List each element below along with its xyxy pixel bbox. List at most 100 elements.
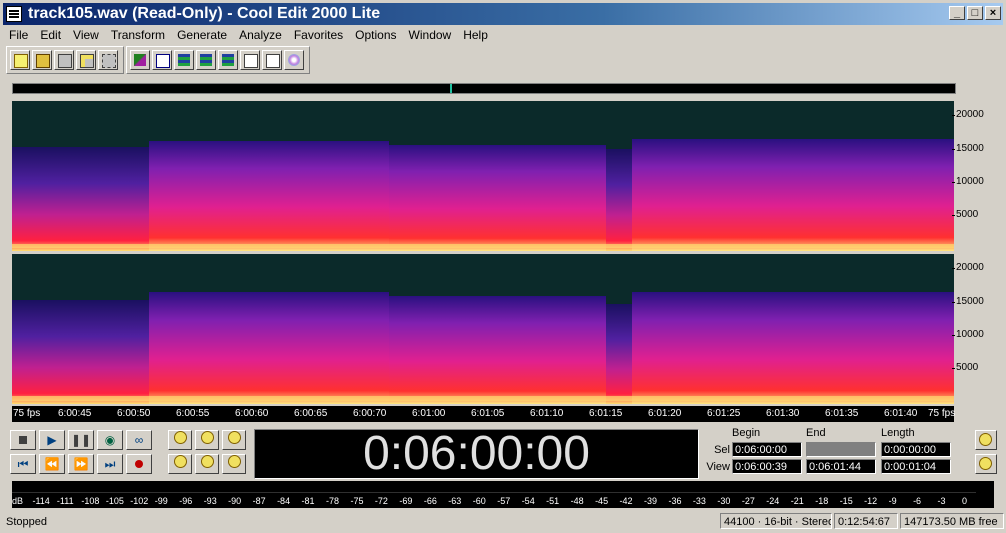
db-scale-label: -102 — [130, 496, 149, 506]
play-to-end-button[interactable]: ◉ — [97, 430, 123, 450]
title-bar[interactable]: track105.wav (Read-Only) - Cool Edit 200… — [3, 3, 1003, 25]
menu-edit[interactable]: Edit — [34, 28, 67, 42]
pause-button[interactable]: ❚❚ — [68, 430, 94, 450]
ruler-label: 6:01:35 — [825, 408, 859, 419]
rewind-button[interactable]: ⏪ — [39, 454, 65, 474]
zoom-full-button[interactable] — [222, 430, 246, 450]
loop-button[interactable]: ∞ — [126, 430, 152, 450]
waveform-view-button[interactable] — [130, 50, 150, 70]
menu-analyze[interactable]: Analyze — [233, 28, 288, 42]
menu-window[interactable]: Window — [403, 28, 458, 42]
selection-panel: Begin End Length Sel 0:06:00:00 0:00:00:… — [700, 427, 962, 479]
spectrogram-right-graphic — [12, 292, 954, 404]
status-format: 44100 · 16-bit · Stereo — [720, 513, 832, 529]
db-scale-label: -3 — [937, 496, 946, 506]
fast-forward-button[interactable]: ⏩ — [68, 454, 94, 474]
time-display: 0:06:00:00 — [254, 429, 699, 479]
time-ruler[interactable]: 75 fps 6:00:45 6:00:50 6:00:55 6:00:60 6… — [12, 406, 955, 422]
checkbox-button[interactable] — [152, 50, 172, 70]
view-toolbar-group — [126, 46, 310, 74]
sel-row-label: Sel — [714, 444, 730, 456]
db-scale-label: -18 — [815, 496, 829, 506]
sel-end-field[interactable] — [806, 442, 876, 457]
zoom-out-vertical-button[interactable] — [975, 430, 997, 450]
frequency-scale-right: 20000 15000 10000 5000 — [951, 254, 996, 404]
new-file-icon — [14, 54, 28, 68]
open-file-button[interactable] — [32, 50, 52, 70]
ruler-label: 6:01:15 — [589, 408, 623, 419]
begin-header: Begin — [732, 427, 761, 439]
menu-generate[interactable]: Generate — [171, 28, 233, 42]
db-scale-label: -51 — [546, 496, 560, 506]
menu-file[interactable]: File — [3, 28, 34, 42]
db-scale-label: -42 — [619, 496, 633, 506]
zoom-in-vertical-icon — [979, 457, 992, 470]
save-selection-icon — [102, 54, 116, 68]
menu-help[interactable]: Help — [457, 28, 494, 42]
overview-bar[interactable] — [12, 83, 956, 94]
db-scale-label: -69 — [399, 496, 413, 506]
grid-view-alt2-button[interactable] — [218, 50, 238, 70]
page-button[interactable] — [262, 50, 282, 70]
view-end-field[interactable]: 0:06:01:44 — [806, 459, 876, 474]
db-scale-label: -105 — [105, 496, 124, 506]
ruler-label: 6:01:40 — [884, 408, 918, 419]
play-button[interactable]: ▶ — [39, 430, 65, 450]
scale-tick: 15000 — [952, 296, 984, 307]
cd-icon — [288, 54, 300, 66]
zoom-in-vertical-button[interactable] — [975, 454, 997, 474]
save-as-button[interactable] — [76, 50, 96, 70]
db-scale-label: -12 — [864, 496, 878, 506]
db-scale-label: -87 — [252, 496, 266, 506]
zoom-out-button[interactable] — [195, 430, 219, 450]
view-begin-field[interactable]: 0:06:00:39 — [732, 459, 802, 474]
db-scale-label: -81 — [301, 496, 315, 506]
record-button[interactable] — [126, 454, 152, 474]
pause-icon: ❚❚ — [70, 433, 92, 447]
record-icon — [135, 460, 143, 468]
menu-view[interactable]: View — [67, 28, 105, 42]
overview-cursor[interactable] — [450, 84, 452, 93]
save-file-icon — [58, 54, 72, 68]
new-file-button[interactable] — [10, 50, 30, 70]
window-title: track105.wav (Read-Only) - Cool Edit 200… — [28, 5, 381, 22]
save-selection-button[interactable] — [98, 50, 118, 70]
minimize-button[interactable]: _ — [949, 6, 965, 20]
scale-tick: 5000 — [951, 362, 979, 373]
menu-options[interactable]: Options — [349, 28, 402, 42]
zoom-right-button[interactable] — [222, 454, 246, 474]
sel-begin-field[interactable]: 0:06:00:00 — [732, 442, 802, 457]
zoom-out-icon — [200, 431, 214, 444]
db-scale-label: -60 — [472, 496, 486, 506]
db-scale-label: -9 — [888, 496, 897, 506]
rewind-icon: ⏪ — [44, 457, 60, 471]
stop-button[interactable] — [10, 430, 36, 450]
db-scale-label: -15 — [839, 496, 853, 506]
view-length-field[interactable]: 0:00:01:04 — [881, 459, 951, 474]
cd-button[interactable] — [284, 50, 304, 70]
grid-view-alt-button[interactable] — [196, 50, 216, 70]
spectrogram-left-channel[interactable] — [12, 101, 954, 251]
db-scale-label: -72 — [374, 496, 388, 506]
find-button[interactable] — [240, 50, 260, 70]
spectrogram-right-channel[interactable] — [12, 254, 954, 404]
zoom-selection-button[interactable] — [168, 454, 192, 474]
open-file-icon — [36, 54, 50, 68]
close-button[interactable]: × — [985, 6, 1001, 20]
zoom-in-button[interactable] — [168, 430, 192, 450]
go-to-start-button[interactable]: ⏮ — [10, 454, 36, 474]
db-scale-label: -114 — [32, 496, 50, 506]
zoom-left-button[interactable] — [195, 454, 219, 474]
db-scale-label: -57 — [497, 496, 511, 506]
status-duration: 0:12:54:67 — [834, 513, 898, 529]
ruler-fps-left: 75 fps — [13, 408, 41, 419]
maximize-button[interactable]: □ — [967, 6, 983, 20]
menu-transform[interactable]: Transform — [105, 28, 171, 42]
menu-favorites[interactable]: Favorites — [288, 28, 349, 42]
go-to-end-button[interactable]: ⏭ — [97, 454, 123, 474]
app-icon[interactable] — [6, 6, 22, 22]
db-scale-label: -75 — [350, 496, 364, 506]
grid-view-button[interactable] — [174, 50, 194, 70]
sel-length-field[interactable]: 0:00:00:00 — [881, 442, 951, 457]
save-file-button[interactable] — [54, 50, 74, 70]
